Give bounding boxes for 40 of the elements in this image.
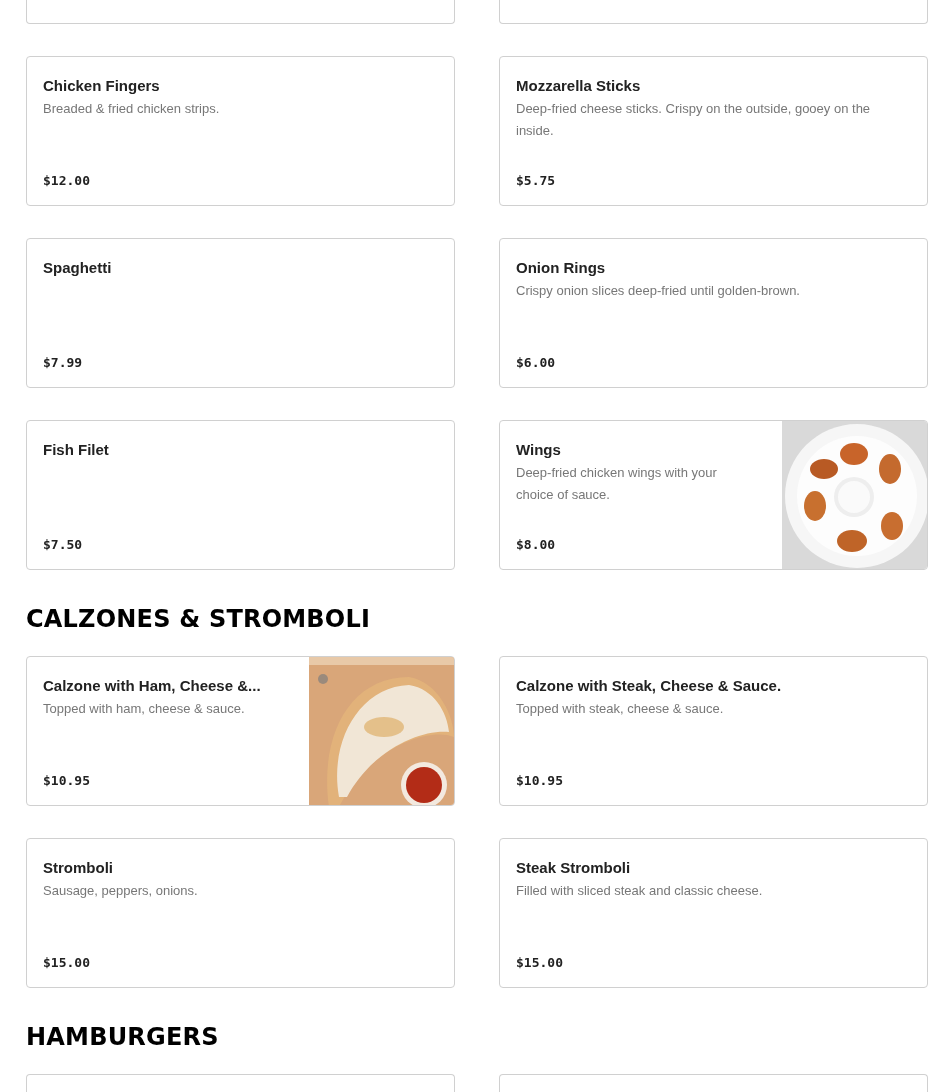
menu-item-card[interactable]: Calzone with Ham, Cheese &... Topped with ham, cheese & sauce. $10.95 xyxy=(26,656,455,806)
item-name: Stromboli xyxy=(43,859,113,876)
menu-item-card[interactable]: Onion Rings Crispy onion slices deep-fried until golden-brown. $6.00 xyxy=(499,238,928,388)
menu-item-card[interactable]: Wings Deep-fried chicken wings with your choice of sauce. $8.00 xyxy=(499,420,928,570)
item-description: Deep-fried cheese sticks. Crispy on the outside, gooey on the inside. xyxy=(516,100,872,140)
item-price: $5.75 xyxy=(516,173,556,188)
item-name: Mozzarella Sticks xyxy=(516,77,641,94)
item-price: $10.95 xyxy=(43,773,90,788)
item-description: Crispy onion slices deep-fried until golden-brown. xyxy=(516,282,800,300)
item-price: $7.99 xyxy=(43,355,83,370)
menu-item-card[interactable]: Mozzarella Sticks Deep-fried cheese sticks. Crispy on the outside, gooey on the inside. $5.75 xyxy=(499,56,928,206)
section-heading: HAMBURGERS xyxy=(26,1022,219,1052)
menu-item-card[interactable]: Steak Stromboli Filled with sliced steak and classic cheese. $15.00 xyxy=(499,838,928,988)
item-description: Topped with ham, cheese & sauce. xyxy=(43,700,245,718)
item-price: $15.00 xyxy=(516,955,563,970)
section-heading: CALZONES & STROMBOLI xyxy=(26,604,371,634)
item-description: Breaded & fried chicken strips. xyxy=(43,100,220,118)
item-name: Calzone with Ham, Cheese &... xyxy=(43,677,261,694)
item-price: $6.00 xyxy=(516,355,556,370)
menu-item-card[interactable]: Chicken Fingers Breaded & fried chicken strips. $12.00 xyxy=(26,56,455,206)
item-price: $7.50 xyxy=(43,537,83,552)
item-name: Chicken Fingers xyxy=(43,77,160,94)
menu-item-card[interactable]: Fish Filet $7.50 xyxy=(26,420,455,570)
item-price: $10.95 xyxy=(516,773,563,788)
item-name: Calzone with Steak, Cheese & Sauce. xyxy=(516,677,782,694)
item-name: Fish Filet xyxy=(43,441,109,458)
item-name: Spaghetti xyxy=(43,259,112,276)
item-price: $15.00 xyxy=(43,955,90,970)
item-name: Wings xyxy=(516,441,561,458)
menu-item-card[interactable]: Stromboli Sausage, peppers, onions. $15.00 xyxy=(26,838,455,988)
item-price: $8.00 xyxy=(516,537,556,552)
item-description: Filled with sliced steak and classic cheese. xyxy=(516,882,763,900)
item-name: Onion Rings xyxy=(516,259,606,276)
menu-item-card[interactable]: Calzone with Steak, Cheese & Sauce. Topped with steak, cheese & sauce. $10.95 xyxy=(499,656,928,806)
item-name: Steak Stromboli xyxy=(516,859,631,876)
menu-item-card[interactable]: Spaghetti $7.99 xyxy=(26,238,455,388)
item-description: Topped with steak, cheese & sauce. xyxy=(516,700,724,718)
item-description: Deep-fried chicken wings with your choice of sauce. xyxy=(516,464,718,504)
item-price: $12.00 xyxy=(43,173,90,188)
item-description: Sausage, peppers, onions. xyxy=(43,882,198,900)
